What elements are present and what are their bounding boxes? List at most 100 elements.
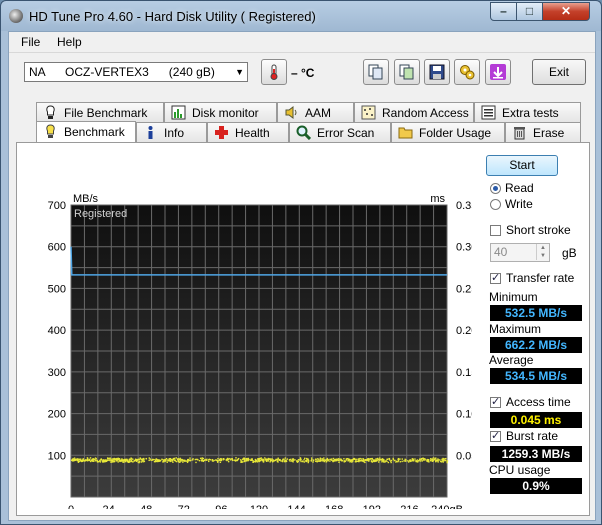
access-time-point bbox=[217, 457, 219, 460]
access-time-point bbox=[350, 459, 353, 461]
floppy-save-icon bbox=[429, 64, 445, 80]
short-stroke-value: 40 bbox=[494, 245, 508, 259]
access-time-point bbox=[294, 459, 296, 461]
access-time-point bbox=[76, 458, 78, 460]
x-tick-label: 216 bbox=[400, 504, 418, 509]
access-time-point bbox=[379, 457, 381, 459]
tab-file-benchmark[interactable]: File Benchmark bbox=[36, 102, 164, 122]
drive-select[interactable]: NA OCZ-VERTEX3 (240 gB) ▼ bbox=[24, 62, 248, 82]
access-time-point bbox=[365, 459, 367, 461]
access-time-point bbox=[175, 460, 178, 463]
y-left-tick-label: 500 bbox=[48, 283, 66, 295]
access-time-point bbox=[429, 458, 432, 460]
access-time-point bbox=[216, 459, 218, 462]
temperature-button[interactable] bbox=[261, 59, 287, 85]
tab-info[interactable]: Info bbox=[136, 122, 207, 142]
access-time-point bbox=[83, 459, 85, 462]
access-time-point bbox=[125, 460, 127, 463]
access-time-point bbox=[71, 458, 74, 461]
access-time-point bbox=[195, 461, 197, 464]
access-time-point bbox=[422, 458, 425, 460]
client-area: File Help NA OCZ-VERTEX3 (240 gB) ▼ – °C bbox=[8, 31, 596, 521]
tab-disk-monitor[interactable]: Disk monitor bbox=[164, 102, 277, 122]
access-time-point bbox=[386, 460, 388, 463]
tab-error-scan[interactable]: Error Scan bbox=[289, 122, 391, 142]
access-time-point bbox=[138, 461, 140, 464]
access-time-checkbox[interactable] bbox=[490, 395, 501, 408]
health-cross-icon bbox=[215, 126, 228, 139]
access-time-point bbox=[381, 461, 383, 463]
access-time-point bbox=[251, 459, 253, 461]
download-update-button[interactable] bbox=[485, 59, 511, 85]
access-time-point bbox=[325, 459, 327, 462]
tab-random-access[interactable]: Random Access bbox=[354, 102, 474, 122]
access-time-point bbox=[219, 461, 222, 464]
disk-monitor-icon bbox=[171, 105, 186, 120]
access-time-point bbox=[198, 459, 201, 462]
transfer-rate-checkbox[interactable] bbox=[490, 271, 501, 284]
access-time-point bbox=[303, 459, 305, 461]
chevron-down-icon: ▼ bbox=[235, 67, 244, 77]
access-time-point bbox=[393, 459, 396, 462]
access-time-point bbox=[96, 459, 98, 462]
tab-erase[interactable]: Erase bbox=[505, 122, 581, 142]
access-time-point bbox=[269, 459, 272, 462]
access-time-point bbox=[231, 458, 233, 461]
copy-info-button[interactable] bbox=[363, 59, 389, 85]
access-time-point bbox=[316, 460, 318, 462]
short-stroke-checkbox[interactable] bbox=[490, 225, 501, 236]
menu-file[interactable]: File bbox=[21, 35, 40, 49]
average-label: Average bbox=[489, 353, 534, 367]
access-time-point bbox=[412, 460, 414, 462]
access-time-point bbox=[284, 459, 286, 461]
maximum-value: 662.2 MB/s bbox=[490, 337, 582, 353]
short-stroke-label: Short stroke bbox=[506, 223, 571, 237]
spin-up-icon[interactable]: ▲ bbox=[536, 244, 549, 252]
access-time-point bbox=[390, 459, 393, 462]
access-time-point bbox=[163, 460, 165, 462]
tab-aam-label: AAM bbox=[305, 106, 332, 120]
access-time-point bbox=[291, 460, 293, 462]
access-time-point bbox=[173, 459, 175, 461]
save-button[interactable] bbox=[424, 59, 450, 85]
chart-watermark: Registered bbox=[74, 208, 127, 220]
access-time-point bbox=[338, 461, 340, 463]
access-time-point bbox=[179, 457, 181, 460]
close-button[interactable]: ✕ bbox=[542, 2, 590, 21]
maximize-button[interactable]: □ bbox=[516, 2, 543, 21]
tab-folder-usage[interactable]: Folder Usage bbox=[391, 122, 505, 142]
write-radio[interactable] bbox=[490, 199, 501, 210]
spin-down-icon[interactable]: ▼ bbox=[536, 252, 549, 260]
access-time-point bbox=[220, 458, 223, 460]
short-stroke-spinner[interactable]: 40 ▲ ▼ bbox=[490, 243, 550, 262]
trash-icon bbox=[514, 127, 525, 140]
access-time-point bbox=[189, 457, 191, 459]
access-time-point bbox=[94, 457, 97, 459]
tab-aam[interactable]: AAM bbox=[277, 102, 354, 122]
access-time-point bbox=[392, 458, 395, 460]
menu-help[interactable]: Help bbox=[57, 35, 82, 49]
y-left-unit-label: MB/s bbox=[73, 193, 99, 205]
access-time-point bbox=[112, 458, 114, 460]
minimize-button[interactable]: – bbox=[490, 2, 517, 21]
title-bar[interactable]: HD Tune Pro 4.60 - Hard Disk Utility ( R… bbox=[1, 1, 601, 31]
access-time-point bbox=[429, 459, 432, 462]
options-button[interactable] bbox=[454, 59, 480, 85]
access-time-point bbox=[86, 459, 88, 462]
access-time-point bbox=[216, 461, 219, 463]
tab-benchmark[interactable]: Benchmark bbox=[36, 121, 136, 143]
access-time-point bbox=[203, 459, 206, 462]
tab-health-label: Health bbox=[235, 126, 270, 140]
access-time-label: Access time bbox=[506, 395, 571, 409]
read-radio[interactable] bbox=[490, 183, 501, 194]
access-time-point bbox=[395, 461, 397, 463]
access-time-point bbox=[156, 459, 159, 461]
tab-extra-tests[interactable]: Extra tests bbox=[474, 102, 581, 122]
exit-button[interactable]: Exit bbox=[532, 59, 586, 85]
start-button[interactable]: Start bbox=[486, 155, 558, 176]
access-time-point bbox=[266, 458, 268, 461]
copy-screenshot-button[interactable] bbox=[394, 59, 420, 85]
access-time-point bbox=[355, 459, 357, 461]
burst-rate-checkbox[interactable] bbox=[490, 429, 501, 442]
tab-health[interactable]: Health bbox=[207, 122, 289, 142]
